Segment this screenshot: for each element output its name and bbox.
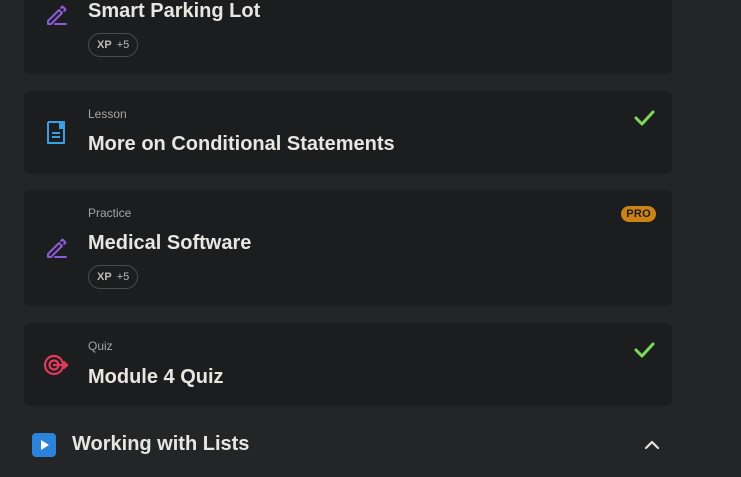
practice-item-smart-parking-lot[interactable]: Smart Parking Lot XP +5 [24,0,672,74]
item-type: Quiz [88,339,113,353]
xp-badge: XP +5 [88,265,139,289]
pencil-practice-icon [47,238,67,258]
quiz-target-icon [43,354,69,376]
pro-badge: PRO [621,206,656,222]
module-content: Smart Parking Lot XP +5 Lesson More on C… [0,0,741,477]
play-icon [32,433,56,457]
xp-label: XP [97,271,112,283]
chevron-up-icon[interactable] [640,433,664,457]
lesson-document-icon [47,121,65,144]
xp-value: +5 [116,271,130,283]
xp-badge: XP +5 [88,33,139,57]
checkmark-icon [634,342,655,358]
quiz-item-module-4[interactable]: Quiz Module 4 Quiz [24,323,672,406]
item-title: More on Conditional Statements [88,133,395,155]
section-title: Working with Lists [72,433,250,455]
practice-item-medical-software[interactable]: Practice Medical Software XP +5 PRO [24,190,672,306]
item-title: Module 4 Quiz [88,366,224,388]
item-type: Practice [88,206,132,220]
pencil-practice-icon [47,5,67,25]
xp-value: +5 [116,39,130,51]
lesson-item-conditional-statements[interactable]: Lesson More on Conditional Statements [24,91,672,174]
checkmark-icon [634,110,655,126]
section-header-working-with-lists[interactable]: Working with Lists [24,420,672,470]
item-title: Smart Parking Lot [88,0,261,22]
xp-label: XP [97,39,112,51]
item-type: Lesson [88,107,127,121]
item-title: Medical Software [88,232,252,254]
